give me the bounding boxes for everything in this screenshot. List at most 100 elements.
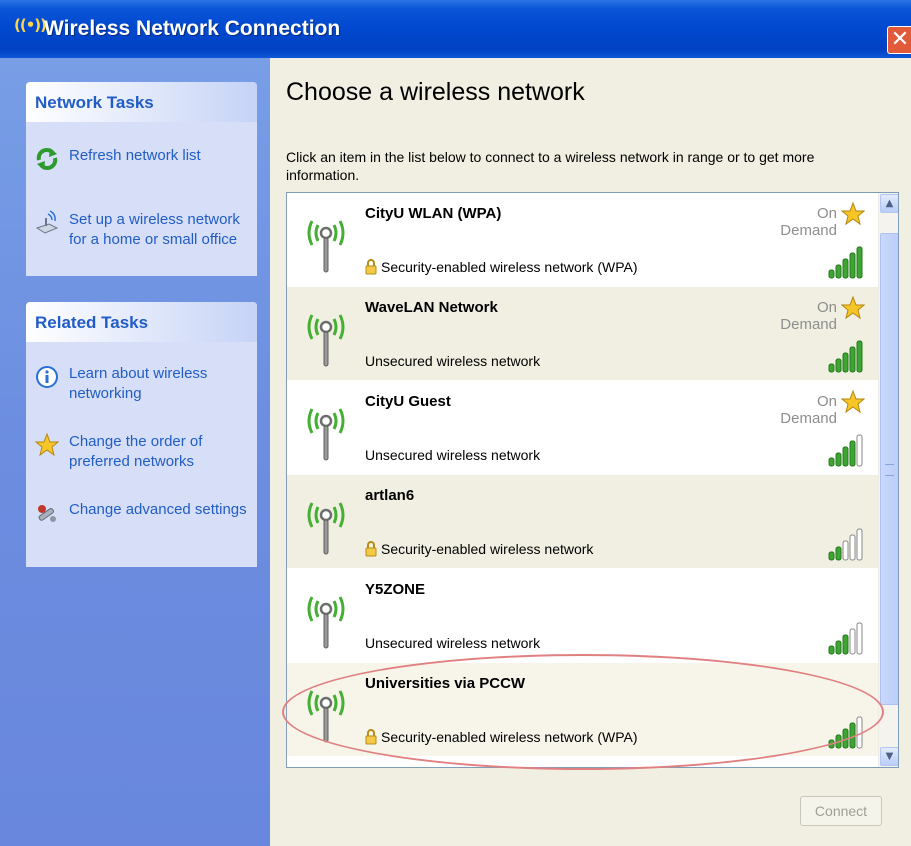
network-row[interactable]: CityU Guest On Demand Unsecured wireless n… bbox=[287, 381, 878, 475]
signal-bar bbox=[856, 528, 863, 561]
signal-bar bbox=[835, 358, 842, 373]
change-order-label: Change the order of preferred networks bbox=[69, 433, 203, 470]
signal-bar bbox=[835, 734, 842, 749]
network-name: Y5ZONE bbox=[365, 581, 426, 598]
network-row[interactable]: Universities via PCCW Security-enabled wi… bbox=[287, 663, 878, 757]
network-security-line: Security-enabled wireless network bbox=[365, 541, 593, 557]
settings-icon bbox=[38, 505, 56, 522]
signal-bar bbox=[849, 722, 856, 749]
wireless-antenna-icon bbox=[307, 220, 345, 273]
signal-bar bbox=[842, 540, 849, 561]
network-status: On Demand bbox=[780, 205, 837, 239]
lock-icon bbox=[365, 259, 377, 275]
preferred-star-icon bbox=[841, 390, 865, 414]
signal-bar bbox=[856, 434, 863, 467]
change-advanced-settings-label: Change advanced settings bbox=[69, 501, 247, 518]
signal-strength-icon bbox=[828, 716, 863, 749]
instructions-text: Click an item in the list below to conne… bbox=[286, 149, 815, 183]
signal-bar bbox=[842, 352, 849, 373]
window-title: Wireless Network Connection bbox=[44, 17, 341, 40]
signal-bar bbox=[828, 551, 835, 561]
signal-bar bbox=[849, 346, 856, 373]
wireless-antenna-icon bbox=[307, 502, 345, 555]
signal-bar bbox=[835, 452, 842, 467]
page-title: Choose a wireless network bbox=[286, 78, 585, 106]
info-icon bbox=[36, 366, 58, 388]
wireless-antenna-icon bbox=[307, 690, 345, 743]
network-name: Universities via PCCW bbox=[365, 675, 526, 692]
network-security: Security-enabled wireless network bbox=[381, 541, 594, 557]
signal-bar bbox=[828, 363, 835, 373]
network-list[interactable]: CityU WLAN (WPA) On Demand Security-enable… bbox=[286, 192, 899, 768]
network-security: Security-enabled wireless network (WPA) bbox=[381, 259, 638, 275]
network-name: CityU Guest bbox=[365, 393, 451, 410]
close-button[interactable]: ✕ bbox=[887, 26, 911, 54]
signal-bar bbox=[828, 739, 835, 749]
signal-bar bbox=[835, 546, 842, 561]
related-tasks-heading: Related Tasks bbox=[35, 313, 149, 332]
signal-bar bbox=[849, 252, 856, 279]
network-row[interactable]: Y5ZONE Unsecured wireless network bbox=[287, 569, 878, 663]
network-tasks-header[interactable]: Network Tasks bbox=[26, 82, 257, 122]
preferred-star-icon bbox=[841, 296, 865, 320]
scroll-down-button[interactable]: ▼ bbox=[880, 747, 898, 766]
network-security-line: Security-enabled wireless network (WPA) bbox=[365, 729, 638, 745]
signal-bar bbox=[856, 716, 863, 749]
network-name: WaveLAN Network bbox=[365, 299, 498, 316]
signal-bar bbox=[842, 446, 849, 467]
refresh-network-list-label: Refresh network list bbox=[69, 147, 201, 164]
main-panel: Choose a wireless network Click an item … bbox=[270, 58, 911, 846]
network-security: Unsecured wireless network bbox=[365, 353, 541, 369]
wireless-antenna-icon bbox=[307, 408, 345, 461]
signal-bar bbox=[856, 340, 863, 373]
network-security-line: Security-enabled wireless network (WPA) bbox=[365, 259, 638, 275]
network-security-line: Unsecured wireless network bbox=[365, 353, 540, 369]
scrollbar-thumb[interactable] bbox=[880, 233, 898, 705]
network-row[interactable]: WaveLAN Network On Demand Unsecured wirele… bbox=[287, 287, 878, 381]
scroll-up-button[interactable]: ▲ bbox=[880, 194, 898, 213]
lock-icon bbox=[365, 729, 377, 745]
network-status: On Demand bbox=[780, 393, 837, 427]
network-row[interactable]: CityU WLAN (WPA) On Demand Security-enable… bbox=[287, 193, 878, 287]
signal-bar bbox=[849, 440, 856, 467]
network-status: On Demand bbox=[780, 299, 837, 333]
network-list-scrollbar[interactable]: ▲ ▼ bbox=[878, 193, 898, 767]
signal-bar bbox=[842, 258, 849, 279]
signal-bar bbox=[849, 534, 856, 561]
network-security: Unsecured wireless network bbox=[365, 447, 541, 463]
network-name: artlan6 bbox=[365, 487, 415, 504]
signal-strength-icon bbox=[828, 622, 863, 655]
network-security-line: Unsecured wireless network bbox=[365, 635, 540, 651]
lock-icon bbox=[365, 541, 377, 557]
signal-strength-icon bbox=[828, 528, 863, 561]
connect-button[interactable]: Connect bbox=[800, 796, 882, 826]
preferred-star-icon bbox=[841, 202, 865, 226]
signal-bar bbox=[835, 264, 842, 279]
setup-wizard-icon bbox=[35, 210, 59, 234]
signal-bar bbox=[849, 628, 856, 655]
wireless-network-icon: ((•)) bbox=[14, 16, 47, 34]
signal-bar bbox=[828, 457, 835, 467]
signal-strength-icon bbox=[828, 340, 863, 373]
network-security: Security-enabled wireless network (WPA) bbox=[381, 729, 638, 745]
signal-strength-icon bbox=[828, 246, 863, 279]
network-security-line: Unsecured wireless network bbox=[365, 447, 540, 463]
network-row[interactable]: artlan6 Security-enabled wireless network bbox=[287, 475, 878, 569]
wireless-antenna-icon bbox=[307, 596, 345, 649]
wireless-network-connection-window: ((•)) Wireless Network Connection ✕ Netw… bbox=[0, 0, 911, 846]
title-bar[interactable]: ((•)) Wireless Network Connection ✕ bbox=[0, 0, 911, 58]
related-tasks-panel: Related Tasks Learn about wireless netwo… bbox=[26, 302, 257, 567]
star-icon bbox=[34, 432, 60, 457]
network-tasks-panel: Network Tasks Refresh network list Set u… bbox=[26, 82, 257, 276]
setup-wireless-network-label: Set up a wireless network for a home or … bbox=[69, 211, 240, 248]
signal-bar bbox=[856, 246, 863, 279]
signal-bar bbox=[835, 640, 842, 655]
refresh-icon bbox=[36, 148, 58, 170]
scrollbar-grip-icon bbox=[885, 464, 894, 476]
sidebar: Network Tasks Refresh network list Set u… bbox=[0, 58, 270, 846]
wireless-antenna-icon bbox=[307, 314, 345, 367]
related-tasks-header[interactable]: Related Tasks bbox=[26, 302, 257, 342]
signal-strength-icon bbox=[828, 434, 863, 467]
signal-bar bbox=[828, 269, 835, 279]
signal-bar bbox=[856, 622, 863, 655]
